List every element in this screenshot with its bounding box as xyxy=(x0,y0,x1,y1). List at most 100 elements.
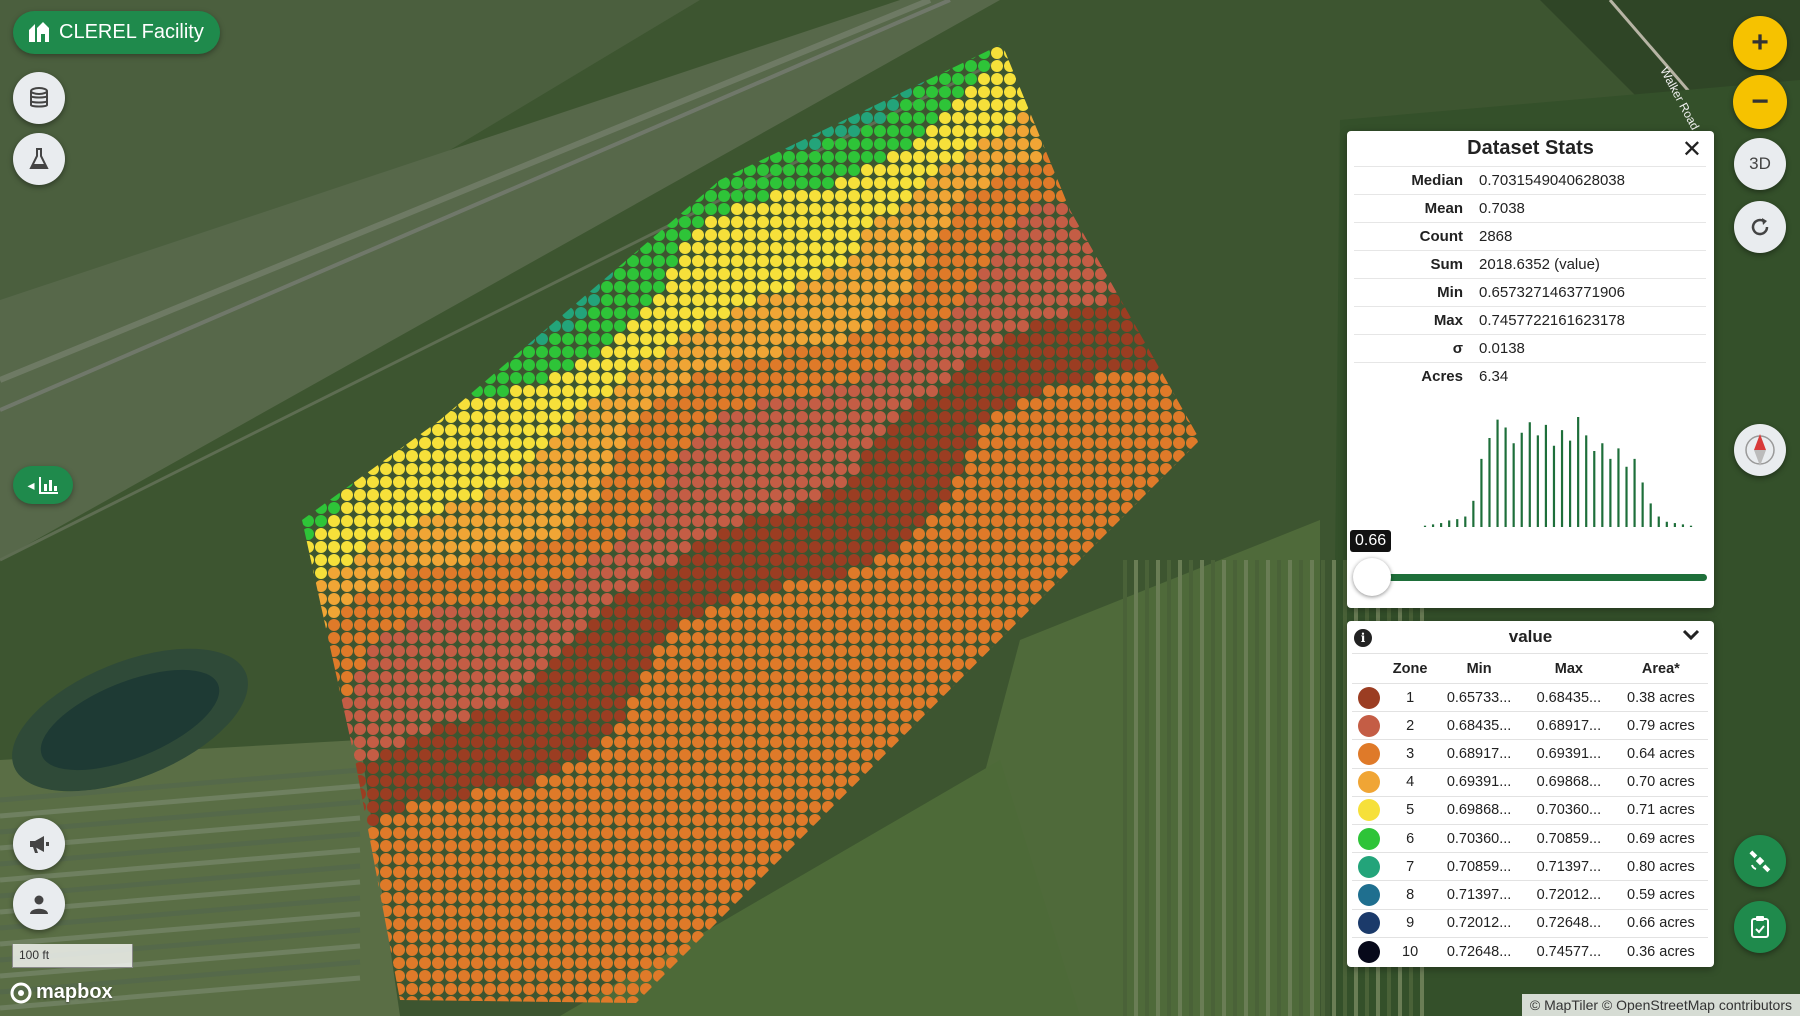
sample-point[interactable] xyxy=(848,437,860,449)
sample-point[interactable] xyxy=(926,242,938,254)
sample-point[interactable] xyxy=(367,775,379,787)
sample-point[interactable] xyxy=(549,372,561,384)
sample-point[interactable] xyxy=(835,645,847,657)
sample-point[interactable] xyxy=(432,489,444,501)
sample-point[interactable] xyxy=(744,203,756,215)
sample-point[interactable] xyxy=(484,385,496,397)
sample-point[interactable] xyxy=(692,905,704,917)
sample-point[interactable] xyxy=(861,307,873,319)
sample-point[interactable] xyxy=(757,606,769,618)
sample-point[interactable] xyxy=(380,892,392,904)
sample-point[interactable] xyxy=(627,268,639,280)
sample-point[interactable] xyxy=(523,515,535,527)
sample-point[interactable] xyxy=(731,775,743,787)
sample-point[interactable] xyxy=(835,502,847,514)
sample-point[interactable] xyxy=(393,801,405,813)
sample-point[interactable] xyxy=(1056,333,1068,345)
sample-point[interactable] xyxy=(497,723,509,735)
sample-point[interactable] xyxy=(1043,541,1055,553)
sample-point[interactable] xyxy=(640,892,652,904)
sample-point[interactable] xyxy=(861,255,873,267)
sample-point[interactable] xyxy=(445,827,457,839)
sample-point[interactable] xyxy=(445,450,457,462)
sample-point[interactable] xyxy=(614,788,626,800)
sample-point[interactable] xyxy=(419,437,431,449)
sample-point[interactable] xyxy=(770,697,782,709)
sample-point[interactable] xyxy=(458,775,470,787)
sample-point[interactable] xyxy=(666,541,678,553)
sample-point[interactable] xyxy=(718,645,730,657)
sample-point[interactable] xyxy=(926,593,938,605)
sample-point[interactable] xyxy=(393,541,405,553)
sample-point[interactable] xyxy=(692,632,704,644)
sample-point[interactable] xyxy=(471,502,483,514)
sample-point[interactable] xyxy=(406,918,418,930)
sample-point[interactable] xyxy=(549,736,561,748)
sample-point[interactable] xyxy=(900,138,912,150)
sample-point[interactable] xyxy=(341,528,353,540)
sample-point[interactable] xyxy=(575,762,587,774)
sample-point[interactable] xyxy=(731,658,743,670)
sample-point[interactable] xyxy=(796,372,808,384)
sample-point[interactable] xyxy=(770,463,782,475)
sample-point[interactable] xyxy=(471,684,483,696)
sample-point[interactable] xyxy=(406,736,418,748)
sample-point[interactable] xyxy=(939,294,951,306)
sample-point[interactable] xyxy=(913,216,925,228)
sample-point[interactable] xyxy=(887,697,899,709)
sample-point[interactable] xyxy=(1082,437,1094,449)
sample-point[interactable] xyxy=(731,177,743,189)
sample-point[interactable] xyxy=(601,905,613,917)
sample-point[interactable] xyxy=(705,684,717,696)
sample-point[interactable] xyxy=(731,320,743,332)
sample-point[interactable] xyxy=(731,190,743,202)
sample-point[interactable] xyxy=(744,593,756,605)
sample-point[interactable] xyxy=(835,242,847,254)
sample-point[interactable] xyxy=(848,554,860,566)
sample-point[interactable] xyxy=(406,775,418,787)
sample-point[interactable] xyxy=(1004,567,1016,579)
sample-point[interactable] xyxy=(887,346,899,358)
sample-point[interactable] xyxy=(757,229,769,241)
sample-point[interactable] xyxy=(731,554,743,566)
sample-point[interactable] xyxy=(978,177,990,189)
sample-point[interactable] xyxy=(809,515,821,527)
sample-point[interactable] xyxy=(731,281,743,293)
sample-point[interactable] xyxy=(549,619,561,631)
sample-point[interactable] xyxy=(497,619,509,631)
sample-point[interactable] xyxy=(380,736,392,748)
sample-point[interactable] xyxy=(653,892,665,904)
sample-point[interactable] xyxy=(731,476,743,488)
sample-point[interactable] xyxy=(666,359,678,371)
sample-point[interactable] xyxy=(484,541,496,553)
sample-point[interactable] xyxy=(523,398,535,410)
sample-point[interactable] xyxy=(562,528,574,540)
sample-point[interactable] xyxy=(1043,437,1055,449)
sample-point[interactable] xyxy=(861,125,873,137)
sample-point[interactable] xyxy=(562,580,574,592)
sample-point[interactable] xyxy=(406,697,418,709)
sample-point[interactable] xyxy=(458,463,470,475)
sample-point[interactable] xyxy=(770,710,782,722)
sample-point[interactable] xyxy=(523,385,535,397)
sample-point[interactable] xyxy=(380,840,392,852)
sample-point[interactable] xyxy=(978,320,990,332)
sample-point[interactable] xyxy=(783,307,795,319)
sample-point[interactable] xyxy=(1017,489,1029,501)
sample-point[interactable] xyxy=(679,879,691,891)
sample-point[interactable] xyxy=(835,333,847,345)
sample-point[interactable] xyxy=(861,320,873,332)
sample-point[interactable] xyxy=(432,866,444,878)
sample-point[interactable] xyxy=(653,801,665,813)
sample-point[interactable] xyxy=(523,879,535,891)
sample-point[interactable] xyxy=(510,567,522,579)
sample-point[interactable] xyxy=(887,190,899,202)
sample-point[interactable] xyxy=(367,697,379,709)
sample-point[interactable] xyxy=(744,372,756,384)
sample-point[interactable] xyxy=(341,645,353,657)
sample-point[interactable] xyxy=(432,931,444,943)
sample-point[interactable] xyxy=(640,372,652,384)
sample-point[interactable] xyxy=(523,801,535,813)
sample-point[interactable] xyxy=(926,177,938,189)
sample-point[interactable] xyxy=(536,619,548,631)
